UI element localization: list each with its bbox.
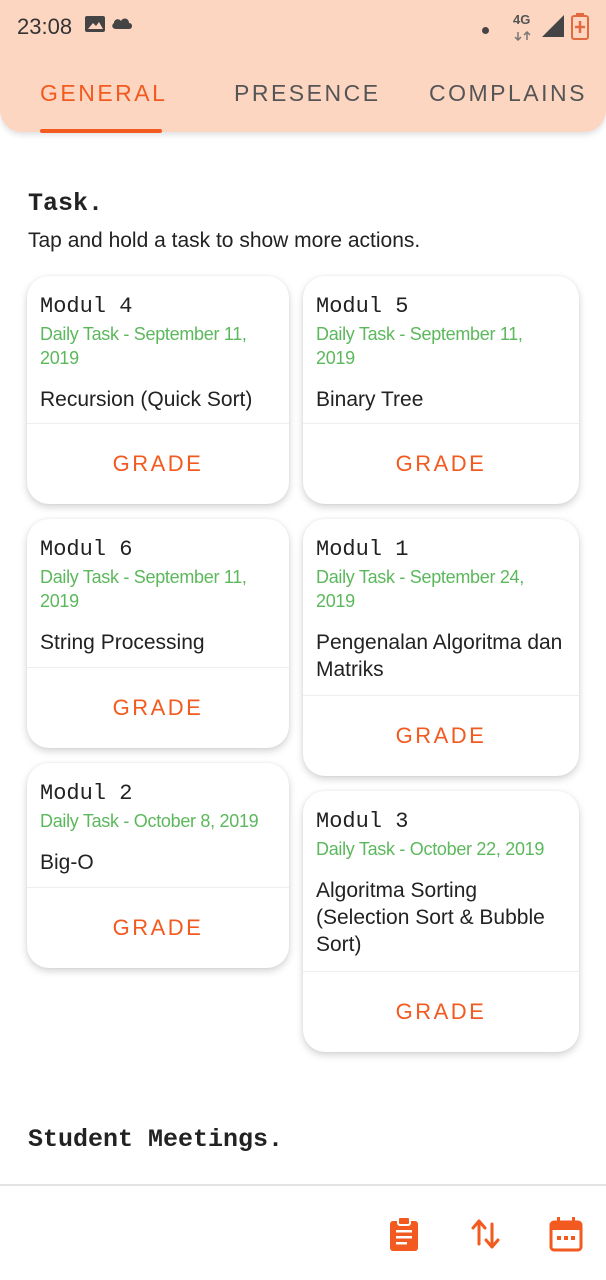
- task-title: Modul 4: [40, 294, 133, 319]
- calendar-icon[interactable]: [548, 1216, 584, 1252]
- data-arrows-icon: [514, 28, 532, 46]
- task-card[interactable]: Modul 4 Daily Task - September 11, 2019 …: [27, 276, 289, 504]
- task-date: Daily Task - October 8, 2019: [40, 811, 259, 831]
- clipboard-icon[interactable]: [386, 1216, 422, 1252]
- task-card[interactable]: Modul 3 Daily Task - October 22, 2019 Al…: [303, 791, 579, 1052]
- active-tab-indicator: [40, 129, 162, 133]
- battery-icon: [570, 12, 590, 45]
- task-card[interactable]: Modul 6 Daily Task - September 11, 2019 …: [27, 519, 289, 748]
- task-title: Modul 3: [316, 809, 409, 834]
- tab-presence[interactable]: PRESENCE: [234, 80, 381, 107]
- task-date: Daily Task - September 11, 2019: [40, 567, 247, 611]
- tab-complains[interactable]: COMPLAINS: [429, 80, 587, 107]
- status-time: 23:08: [17, 14, 73, 39]
- sort-icon[interactable]: [468, 1216, 504, 1252]
- image-icon: [84, 13, 106, 40]
- cloud-icon: [110, 13, 134, 38]
- meetings-section-title: Student Meetings.: [28, 1125, 284, 1154]
- tab-bar: GENERAL PRESENCE COMPLAINS: [0, 72, 606, 133]
- network-label: 4G: [513, 12, 531, 27]
- grade-button[interactable]: GRADE: [396, 999, 487, 1025]
- grade-button[interactable]: GRADE: [396, 451, 487, 477]
- grade-button[interactable]: GRADE: [396, 723, 487, 749]
- card-footer: GRADE: [303, 971, 579, 1052]
- task-date: Daily Task - September 11, 2019: [40, 324, 247, 368]
- task-title: Modul 1: [316, 537, 409, 562]
- dot-icon: [481, 22, 490, 40]
- task-date: Daily Task - September 24, 2019: [316, 567, 524, 611]
- task-title: Modul 2: [40, 781, 133, 806]
- task-description: Algoritma Sorting (Selection Sort & Bubb…: [316, 879, 545, 956]
- app-header: 23:08 4G GENERAL PRESENCE COMPLAINS: [0, 0, 606, 133]
- task-description: Big-O: [40, 851, 94, 874]
- bottom-action-bar: [0, 1184, 606, 1280]
- task-title: Modul 5: [316, 294, 409, 319]
- tab-general[interactable]: GENERAL: [40, 80, 167, 107]
- task-card[interactable]: Modul 1 Daily Task - September 24, 2019 …: [303, 519, 579, 776]
- card-footer: GRADE: [27, 667, 289, 748]
- task-description: Recursion (Quick Sort): [40, 388, 253, 411]
- task-title: Modul 6: [40, 537, 133, 562]
- grade-button[interactable]: GRADE: [113, 915, 204, 941]
- task-card[interactable]: Modul 2 Daily Task - October 8, 2019 Big…: [27, 763, 289, 968]
- signal-icon: [540, 13, 566, 44]
- task-date: Daily Task - October 22, 2019: [316, 839, 545, 859]
- grade-button[interactable]: GRADE: [113, 451, 204, 477]
- status-bar: 23:08 4G: [0, 0, 606, 56]
- task-card[interactable]: Modul 5 Daily Task - September 11, 2019 …: [303, 276, 579, 504]
- task-description: Pengenalan Algoritma dan Matriks: [316, 631, 563, 681]
- card-footer: GRADE: [27, 887, 289, 968]
- card-footer: GRADE: [303, 423, 579, 504]
- task-date: Daily Task - September 11, 2019: [316, 324, 523, 368]
- card-footer: GRADE: [303, 695, 579, 776]
- card-footer: GRADE: [27, 423, 289, 504]
- task-description: Binary Tree: [316, 388, 424, 411]
- grade-button[interactable]: GRADE: [113, 695, 204, 721]
- task-section-subtitle: Tap and hold a task to show more actions…: [28, 229, 421, 252]
- task-section-title: Task.: [28, 189, 104, 218]
- task-description: String Processing: [40, 631, 205, 654]
